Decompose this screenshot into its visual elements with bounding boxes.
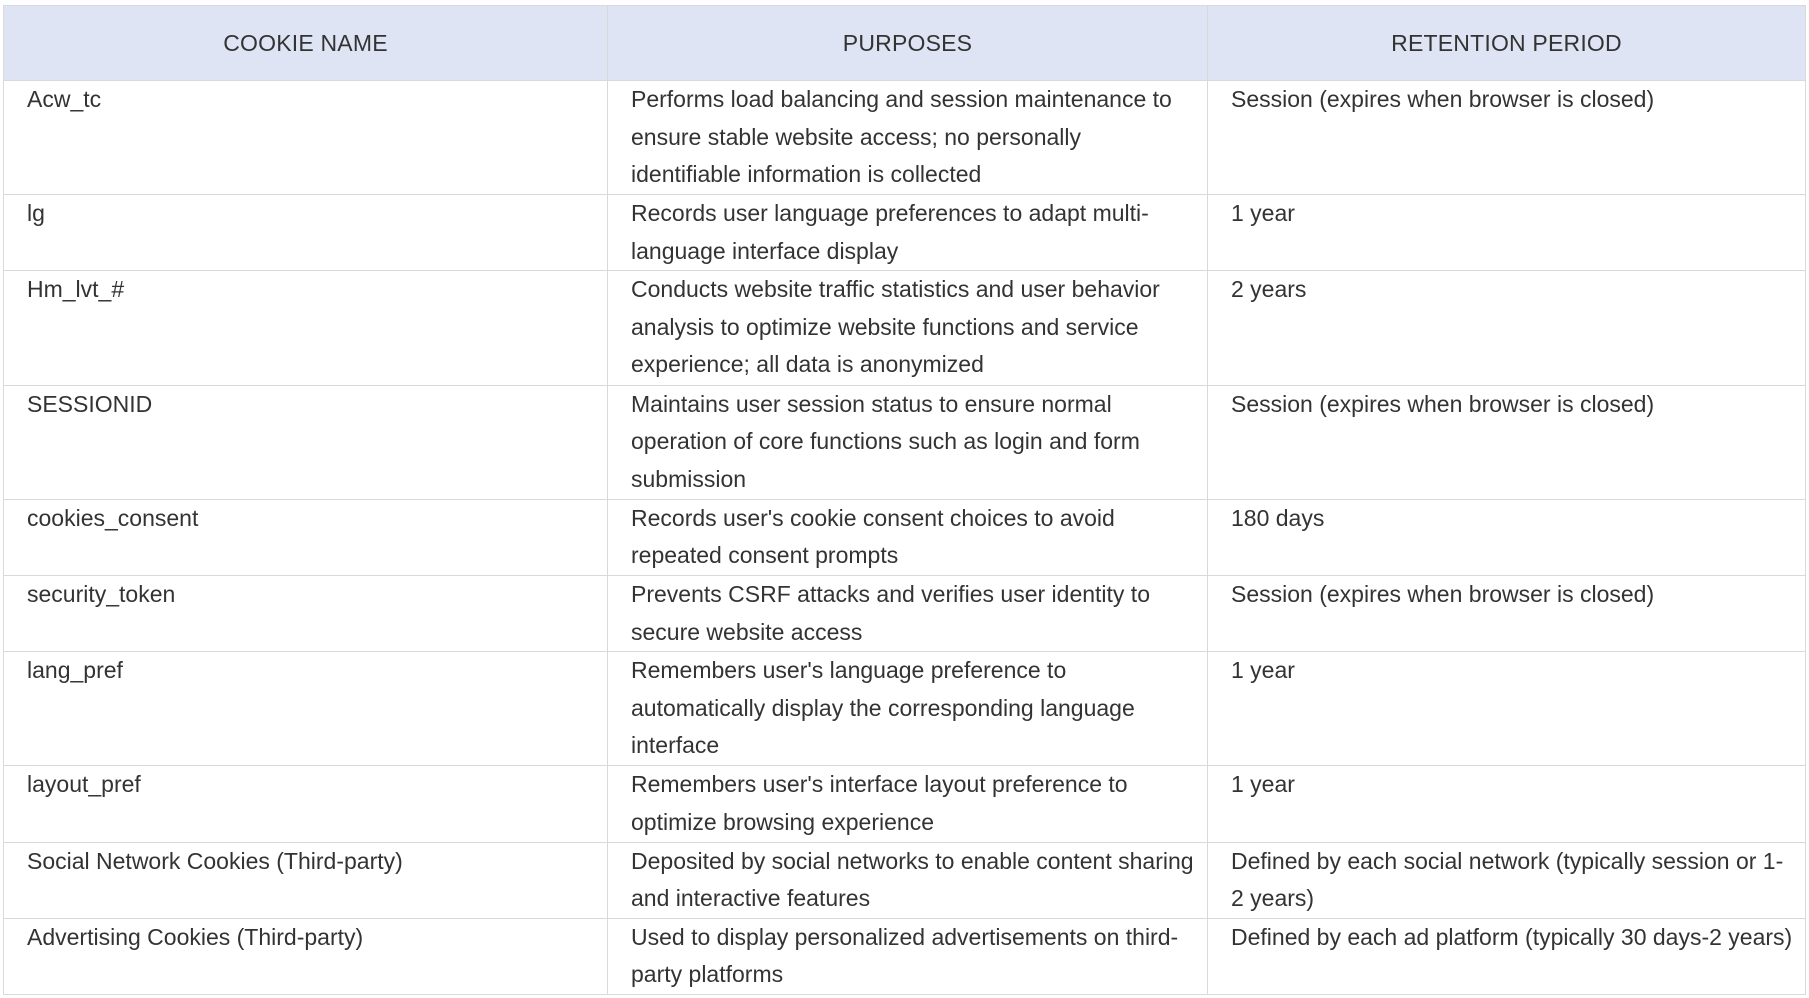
cookie-name-cell: lang_pref: [3, 651, 608, 767]
cookie-table-container: COOKIE NAME PURPOSES RETENTION PERIOD Ac…: [3, 5, 1806, 996]
header-cookie-name: COOKIE NAME: [3, 5, 608, 81]
table-row: cookies_consent Records user's cookie co…: [3, 498, 1806, 577]
purpose-cell: Deposited by social networks to enable c…: [607, 841, 1208, 919]
retention-cell: 1 year: [1207, 194, 1806, 272]
purpose-cell: Remembers user's interface layout prefer…: [607, 765, 1208, 843]
table-row: security_token Prevents CSRF attacks and…: [3, 575, 1806, 653]
purpose-cell: Conducts website traffic statistics and …: [607, 270, 1208, 386]
retention-cell: 180 days: [1207, 498, 1806, 577]
header-purposes: PURPOSES: [607, 5, 1208, 81]
purpose-cell: Maintains user session status to ensure …: [607, 384, 1208, 500]
table-row: Advertising Cookies (Third-party) Used t…: [3, 917, 1806, 996]
purpose-cell: Records user language preferences to ada…: [607, 194, 1208, 272]
table-row: Acw_tc Performs load balancing and sessi…: [3, 79, 1806, 196]
cookie-name-cell: cookies_consent: [3, 498, 608, 577]
cookie-name-cell: security_token: [3, 575, 608, 653]
cookie-name-cell: SESSIONID: [3, 384, 608, 500]
purpose-cell: Prevents CSRF attacks and verifies user …: [607, 575, 1208, 653]
retention-cell: Defined by each ad platform (typically 3…: [1207, 917, 1806, 996]
purpose-cell: Used to display personalized advertiseme…: [607, 917, 1208, 996]
cookie-name-cell: Advertising Cookies (Third-party): [3, 917, 608, 996]
table-row: Hm_lvt_# Conducts website traffic statis…: [3, 270, 1806, 386]
header-row: COOKIE NAME PURPOSES RETENTION PERIOD: [3, 5, 1806, 81]
purpose-cell: Remembers user's language preference to …: [607, 651, 1208, 767]
retention-cell: Defined by each social network (typicall…: [1207, 841, 1806, 919]
retention-cell: Session (expires when browser is closed): [1207, 575, 1806, 653]
retention-cell: 1 year: [1207, 765, 1806, 843]
table-header: COOKIE NAME PURPOSES RETENTION PERIOD: [3, 5, 1806, 81]
purpose-cell: Records user's cookie consent choices to…: [607, 498, 1208, 577]
cookie-name-cell: Social Network Cookies (Third-party): [3, 841, 608, 919]
cookie-name-cell: layout_pref: [3, 765, 608, 843]
table-row: SESSIONID Maintains user session status …: [3, 384, 1806, 500]
table-row: lg Records user language preferences to …: [3, 194, 1806, 272]
retention-cell: 2 years: [1207, 270, 1806, 386]
retention-cell: 1 year: [1207, 651, 1806, 767]
retention-cell: Session (expires when browser is closed): [1207, 79, 1806, 196]
table-row: lang_pref Remembers user's language pref…: [3, 651, 1806, 767]
table-row: layout_pref Remembers user's interface l…: [3, 765, 1806, 843]
cookie-name-cell: Hm_lvt_#: [3, 270, 608, 386]
retention-cell: Session (expires when browser is closed): [1207, 384, 1806, 500]
cookie-name-cell: Acw_tc: [3, 79, 608, 196]
cookie-name-cell: lg: [3, 194, 608, 272]
purpose-cell: Performs load balancing and session main…: [607, 79, 1208, 196]
table-body: Acw_tc Performs load balancing and sessi…: [3, 79, 1806, 996]
header-retention-period: RETENTION PERIOD: [1207, 5, 1806, 81]
cookie-table: COOKIE NAME PURPOSES RETENTION PERIOD Ac…: [3, 5, 1806, 996]
table-row: Social Network Cookies (Third-party) Dep…: [3, 841, 1806, 919]
